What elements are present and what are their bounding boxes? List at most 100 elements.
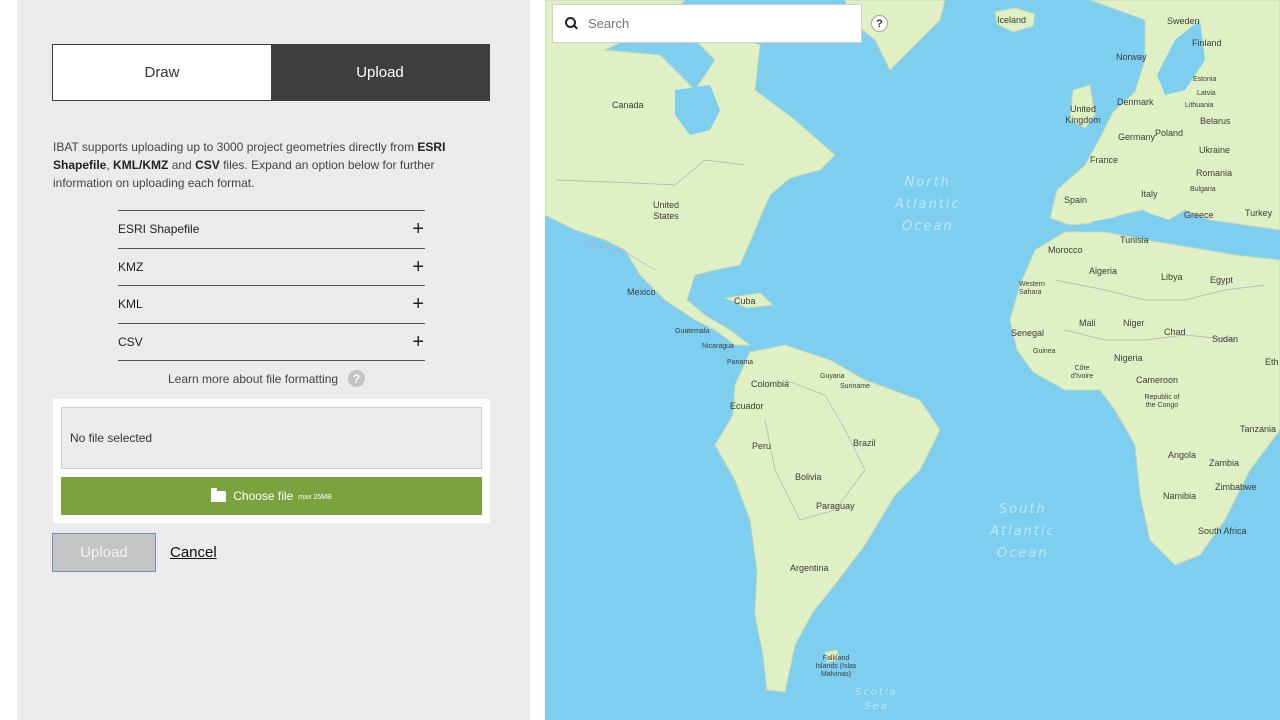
map-label-denmark: Denmark: [1117, 97, 1154, 107]
plus-icon[interactable]: +: [412, 294, 424, 314]
folder-icon: [211, 487, 227, 502]
search-input[interactable]: [588, 16, 838, 31]
accordion-item-kmz[interactable]: KMZ +: [118, 249, 425, 286]
ocean-label-line: Scotia: [855, 687, 898, 698]
ocean-label-line: North: [904, 175, 952, 190]
plus-icon[interactable]: +: [412, 219, 424, 239]
map-label-cote-divoire: Côte d'Ivoire: [1070, 365, 1094, 380]
accordion-item-label: ESRI Shapefile: [118, 222, 200, 237]
accordion-item-csv[interactable]: CSV +: [118, 324, 425, 361]
ocean-label-line: Ocean: [902, 219, 954, 234]
map-label-suriname: Suriname: [840, 383, 870, 390]
intro-bold: KML/KMZ: [113, 158, 169, 172]
accordion-item-label: KML: [118, 297, 143, 312]
map-label-greece: Greece: [1184, 210, 1214, 220]
file-upload-box: No file selected Choose file max 25MB: [53, 399, 490, 523]
intro-part: IBAT supports uploading up to 3000 proje…: [53, 140, 418, 154]
file-status: No file selected: [61, 407, 482, 469]
map-label-turkey: Turkey: [1245, 208, 1273, 218]
map-label-namibia: Namibia: [1163, 491, 1197, 501]
search-icon: [565, 16, 579, 31]
ocean-label-scotia-sea: Scotia Sea: [855, 686, 898, 714]
plus-icon[interactable]: +: [412, 332, 424, 352]
map-label-senegal: Senegal: [1011, 328, 1045, 338]
map-label-poland: Poland: [1155, 128, 1184, 138]
map-label-bolivia: Bolivia: [795, 472, 822, 482]
choose-file-label: Choose file: [233, 489, 294, 503]
map-label-algeria: Algeria: [1089, 266, 1118, 276]
map-label-nigeria: Nigeria: [1114, 353, 1143, 363]
panel-divider: [530, 0, 545, 720]
map-label-lithuania: Lithuania: [1185, 102, 1214, 109]
map-label-sweden: Sweden: [1167, 16, 1200, 26]
cancel-link[interactable]: Cancel: [170, 544, 217, 561]
format-accordion: ESRI Shapefile + KMZ + KML + CSV +: [118, 210, 425, 361]
ocean-label-south-atlantic: South Atlantic Ocean: [990, 499, 1056, 565]
map-label-guyana: Guyana: [820, 373, 845, 380]
map-help-icon[interactable]: ?: [871, 15, 888, 32]
help-icon[interactable]: ?: [348, 370, 366, 387]
map-label-ethiopia: Eth: [1265, 357, 1279, 367]
map-label-spain: Spain: [1064, 195, 1088, 205]
upload-button[interactable]: Upload: [52, 533, 156, 572]
map-label-colombia: Colombia: [751, 379, 790, 389]
accordion-item-label: CSV: [118, 334, 143, 349]
ocean-label-line: Sea: [864, 701, 889, 712]
map-label-south-africa: South Africa: [1198, 526, 1247, 536]
ocean-label-line: Atlantic: [895, 197, 961, 212]
map-label-peru: Peru: [752, 441, 772, 451]
map-label-sudan: Sudan: [1212, 334, 1239, 344]
map-label-guinea: Guinea: [1033, 348, 1056, 355]
choose-file-button[interactable]: Choose file max 25MB: [61, 477, 482, 515]
map-label-italy: Italy: [1141, 189, 1158, 199]
map-label-estonia: Estonia: [1193, 76, 1217, 83]
map-label-romania: Romania: [1196, 168, 1233, 178]
map-label-angola: Angola: [1168, 450, 1197, 460]
map-label-united-states: United States: [652, 200, 679, 221]
map-label-canada: Canada: [612, 100, 644, 110]
tab-upload[interactable]: Upload: [271, 45, 489, 100]
south-america-land: [714, 344, 941, 693]
map-label-egypt: Egypt: [1210, 275, 1234, 285]
accordion-item-esri-shapefile[interactable]: ESRI Shapefile +: [118, 211, 425, 249]
map-label-zimbabwe: Zimbabwe: [1215, 482, 1257, 492]
accordion-item-kml[interactable]: KML +: [118, 286, 425, 324]
plus-icon[interactable]: +: [412, 257, 424, 277]
map-label-norway: Norway: [1116, 52, 1147, 62]
ocean-label-north-atlantic: North Atlantic Ocean: [895, 172, 961, 238]
map-label-cuba: Cuba: [734, 296, 756, 306]
map-label-brazil: Brazil: [853, 438, 876, 448]
map-label-ecuador: Ecuador: [730, 401, 764, 411]
map-landmass: [545, 0, 1280, 693]
map-label-united-kingdom: United Kingdom: [1065, 104, 1101, 125]
map-label-bulgaria: Bulgaria: [1190, 186, 1216, 193]
map-label-germany: Germany: [1118, 132, 1156, 142]
map-label-belarus: Belarus: [1200, 116, 1231, 126]
ocean-label-line: Atlantic: [990, 524, 1056, 539]
map-label-latvia: Latvia: [1197, 90, 1216, 97]
map-label-libya: Libya: [1161, 272, 1183, 282]
learn-more-file-formatting[interactable]: Learn more about file formatting ?: [168, 370, 366, 387]
map-label-argentina: Argentina: [790, 563, 829, 573]
learn-more-label: Learn more about file formatting: [168, 371, 339, 386]
map-label-paraguay: Paraguay: [816, 501, 855, 511]
map-label-finland: Finland: [1192, 38, 1222, 48]
accordion-item-label: KMZ: [118, 259, 144, 274]
map-label-tanzania: Tanzania: [1240, 424, 1277, 434]
map-label-niger: Niger: [1123, 318, 1145, 328]
map-label-falkland-islands: Falkland Islands (Islas Malvinas): [815, 655, 857, 678]
intro-bold: CSV: [195, 158, 220, 172]
map-label-mali: Mali: [1079, 318, 1096, 328]
map-label-zambia: Zambia: [1209, 458, 1240, 468]
map-label-ukraine: Ukraine: [1199, 145, 1231, 155]
tab-draw[interactable]: Draw: [53, 45, 271, 100]
map-label-guatemala: Guatemala: [675, 328, 710, 335]
map-label-tunisia: Tunisia: [1120, 235, 1149, 245]
map-label-france: France: [1090, 155, 1119, 165]
map-label-nicaragua: Nicaragua: [702, 343, 734, 350]
map-label-chad: Chad: [1164, 327, 1186, 337]
ocean-label-line: South: [998, 502, 1047, 517]
map[interactable]: North Atlantic Ocean South Atlantic Ocea…: [545, 0, 1280, 720]
ocean-label-line: Ocean: [997, 546, 1049, 561]
upload-panel: Draw Upload IBAT supports uploading up t…: [17, 0, 530, 720]
